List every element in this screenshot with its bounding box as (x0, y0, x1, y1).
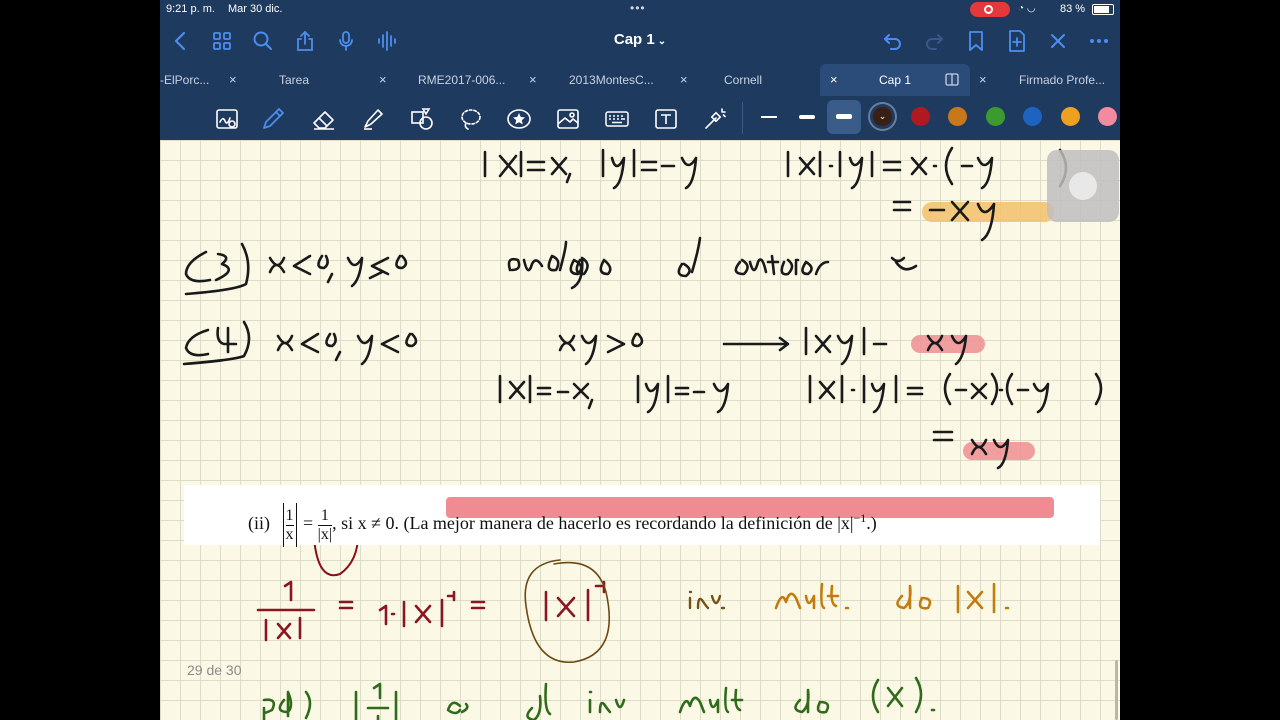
document-title[interactable]: Cap 1 ⌄ (580, 31, 700, 48)
eraser-icon[interactable] (311, 106, 337, 132)
redo-icon[interactable] (921, 28, 947, 54)
undo-icon[interactable] (880, 28, 906, 54)
line-thick-option[interactable] (827, 100, 861, 134)
status-bar: 9:21 p. m. Mar 30 dic. ••• ◔ ◡ 83 % (160, 0, 1120, 20)
tab-close-icon[interactable]: × (979, 64, 987, 96)
share-icon[interactable] (292, 28, 318, 54)
lasso-icon[interactable] (458, 106, 484, 132)
handwriting-ink (182, 146, 1103, 720)
back-icon[interactable] (168, 28, 194, 54)
bookmark-icon[interactable] (963, 28, 989, 54)
color-swatch[interactable] (1060, 107, 1080, 126)
color-swatch[interactable] (1098, 107, 1117, 126)
navigation-bar: Cap 1 ⌄ (160, 20, 1120, 64)
status-time: 9:21 p. m. (166, 3, 215, 15)
tab-close-icon[interactable]: × (529, 64, 537, 96)
line-thin-option[interactable] (761, 116, 777, 118)
image-icon[interactable] (555, 106, 581, 132)
sticker-icon[interactable] (506, 106, 532, 132)
tab-close-icon[interactable]: × (830, 64, 838, 96)
excerpt-text: (ii) 1x = 1 |x|, si x ≠ 0. (La mejor mane… (248, 503, 877, 547)
color-swatch-selected[interactable]: ⌄ (873, 107, 892, 126)
color-swatch[interactable] (948, 107, 967, 126)
keyboard-icon[interactable] (604, 106, 630, 132)
app-screen: 9:21 p. m. Mar 30 dic. ••• ◔ ◡ 83 % Cap … (160, 0, 1120, 720)
pen-icon[interactable] (260, 106, 286, 132)
grid-icon[interactable] (209, 28, 235, 54)
note-page[interactable]: (ii) 1x = 1 |x|, si x ≠ 0. (La mejor mane… (160, 140, 1120, 720)
close-icon[interactable] (1045, 28, 1071, 54)
text-icon[interactable] (653, 106, 679, 132)
battery-icon (1092, 4, 1114, 15)
color-swatch[interactable] (1023, 107, 1042, 126)
color-swatch[interactable] (985, 107, 1005, 126)
drawing-toolbar: ⌄ (160, 96, 1120, 140)
shapes-icon[interactable] (409, 106, 435, 132)
highlighter-icon[interactable] (360, 106, 386, 132)
audio-wave-icon[interactable] (374, 28, 400, 54)
status-date: Mar 30 dic. (228, 3, 283, 15)
battery-percent: 83 % (1060, 3, 1086, 15)
microphone-icon[interactable] (333, 28, 359, 54)
line-medium-option[interactable] (799, 115, 815, 119)
floating-assistive-button[interactable] (1047, 150, 1119, 222)
page-scrollbar[interactable] (1115, 660, 1118, 720)
multitask-dots-icon[interactable]: ••• (630, 1, 646, 15)
tab-close-icon[interactable]: × (680, 64, 688, 96)
tab-tarea[interactable]: Tarea × (279, 64, 389, 96)
more-icon[interactable] (1086, 28, 1112, 54)
document-tabs: -ElPorc... × Tarea × RME2017-006... × 2013M… (160, 64, 1120, 96)
wifi-icon: ◔ ◡ (1018, 3, 1036, 14)
zoom-pen-icon[interactable] (214, 106, 240, 132)
tab-2013montes[interactable]: 2013MontesC... × (569, 64, 694, 96)
tab-cap-1[interactable]: × Cap 1 (820, 64, 970, 96)
search-icon[interactable] (250, 28, 276, 54)
laser-icon[interactable] (702, 106, 728, 132)
screen-recording-icon[interactable] (970, 2, 1010, 17)
add-page-icon[interactable] (1004, 28, 1030, 54)
page-indicator: 29 de 30 (187, 662, 242, 678)
tab-close-icon[interactable]: × (229, 64, 237, 96)
tab-close-icon[interactable]: × (379, 64, 387, 96)
pasted-excerpt[interactable]: (ii) 1x = 1 |x|, si x ≠ 0. (La mejor mane… (184, 485, 1100, 547)
tab-firmado-profe[interactable]: × Firmado Profe... (977, 64, 1120, 96)
color-swatch[interactable] (910, 107, 930, 126)
tab-rme2017[interactable]: RME2017-006... × (418, 64, 538, 96)
tab-elporc[interactable]: -ElPorc... × (160, 64, 240, 96)
toolbar-divider (742, 102, 743, 134)
tab-cornell[interactable]: Cornell (724, 64, 814, 96)
